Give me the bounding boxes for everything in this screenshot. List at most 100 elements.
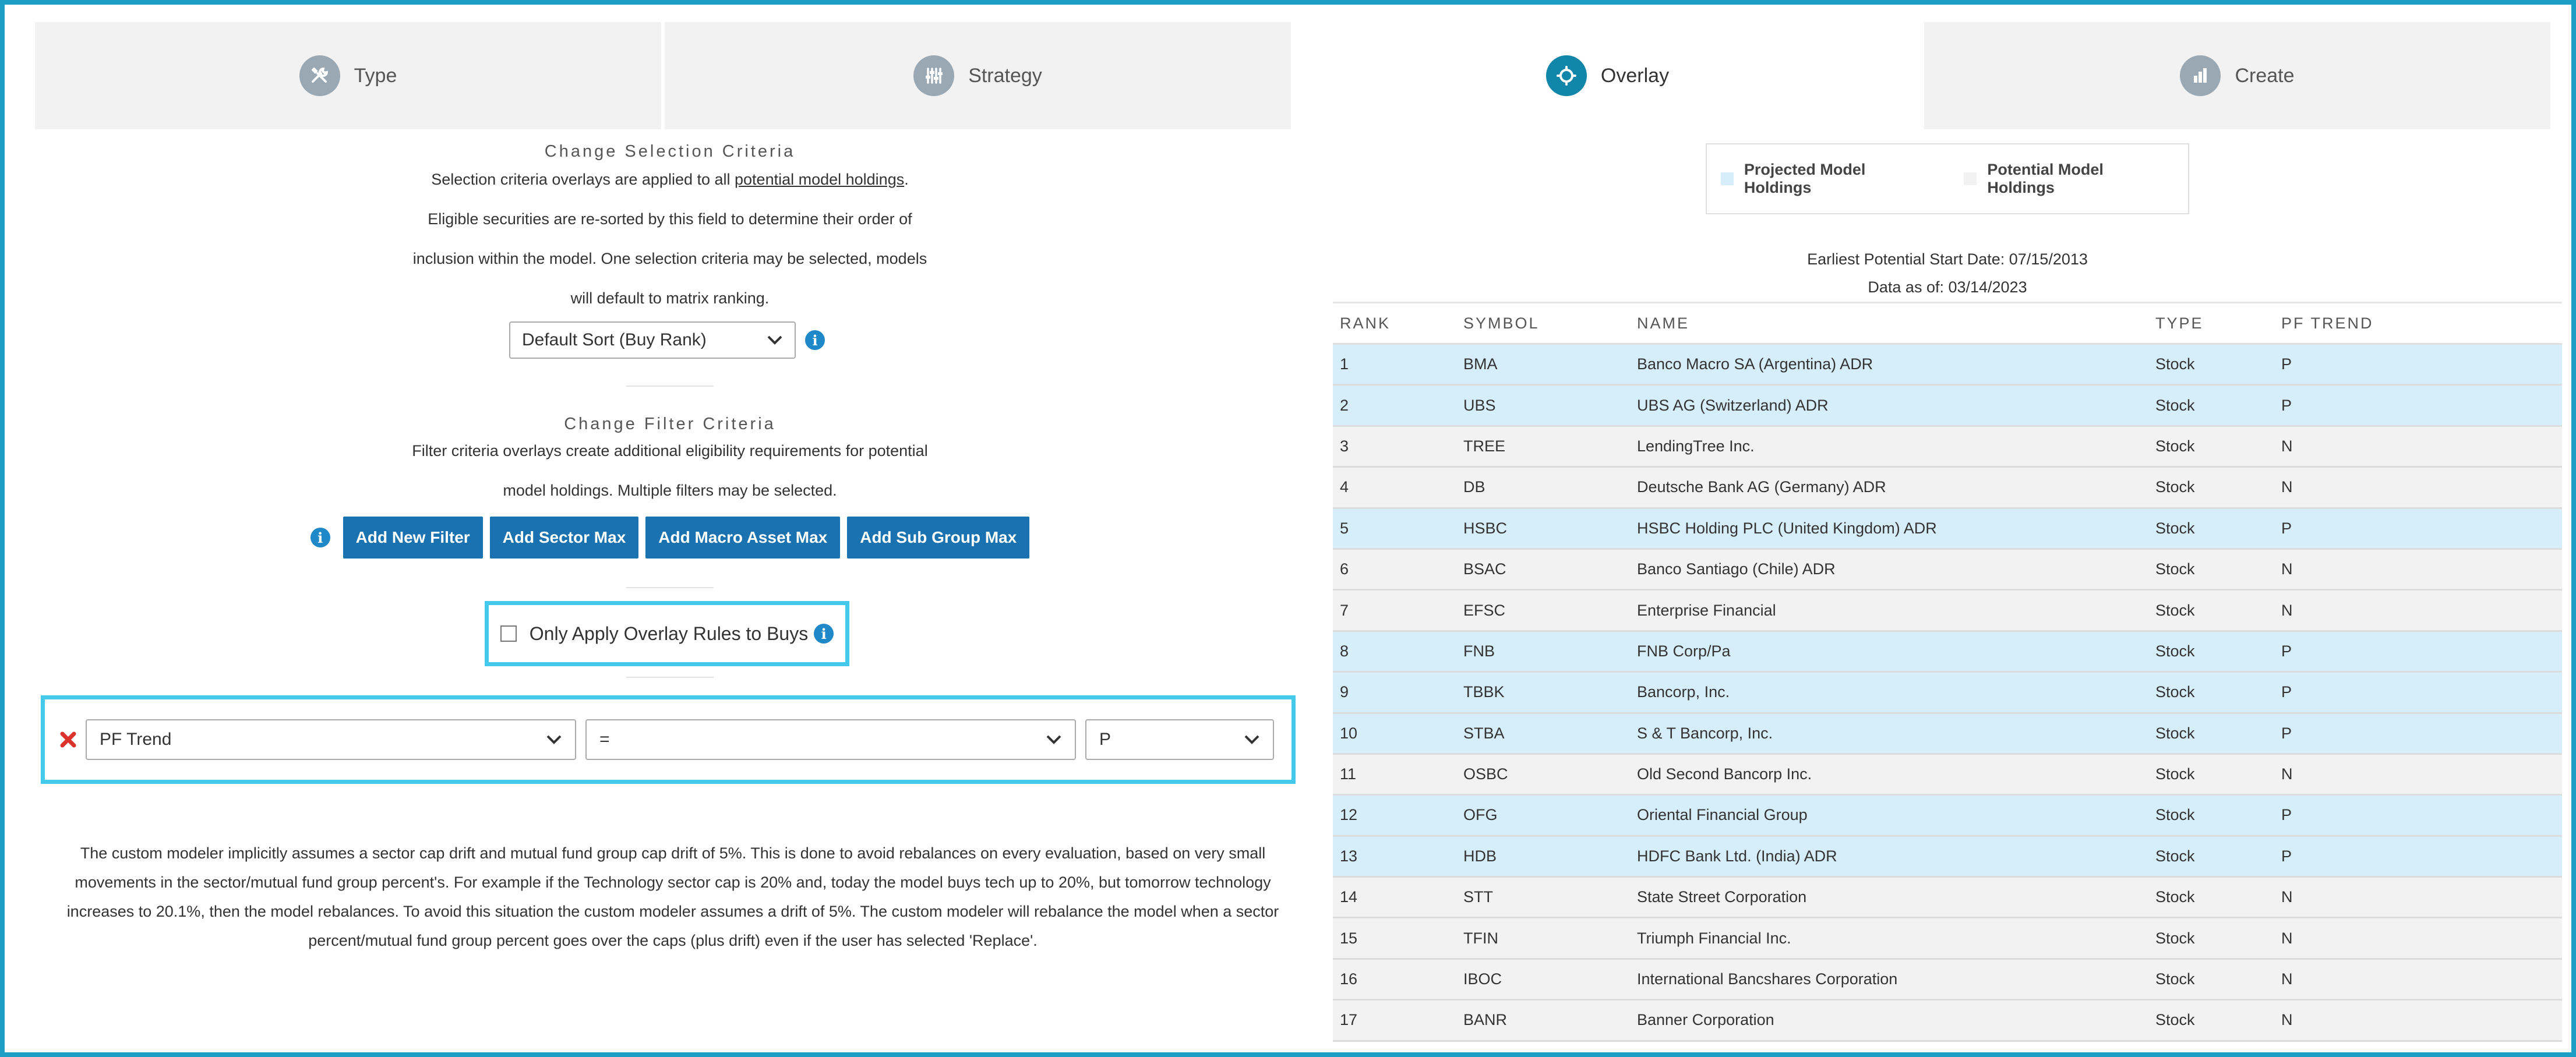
tab-type[interactable]: Type [35, 22, 665, 129]
cell-rank: 16 [1340, 970, 1358, 988]
cell-name: Oriental Financial Group [1637, 806, 1808, 824]
chevron-down-icon [546, 735, 562, 744]
cell-symbol: IBOC [1463, 970, 1502, 988]
cell-type: Stock [2155, 478, 2195, 496]
legend-projected: Projected Model Holdings [1721, 161, 1936, 197]
cell-rank: 15 [1340, 929, 1358, 947]
table-header: RANK SYMBOL NAME TYPE PF TREND [1333, 302, 2562, 345]
column-header-symbol[interactable]: SYMBOL [1463, 314, 1637, 333]
table-row[interactable]: 3 TREE LendingTree Inc. Stock N [1333, 426, 2562, 468]
tab-overlay[interactable]: Overlay [1294, 22, 1924, 129]
cell-type: Stock [2155, 642, 2195, 660]
table-row[interactable]: 4 DB Deutsche Bank AG (Germany) ADR Stock N [1333, 468, 2562, 509]
sort-info-icon[interactable]: i [805, 330, 825, 350]
potential-holdings-link[interactable]: potential model holdings [735, 171, 904, 188]
table-row[interactable]: 17 BANR Banner Corporation Stock N [1333, 1001, 2562, 1042]
start-date: Earliest Potential Start Date: 07/15/201… [1807, 250, 2088, 268]
cell-rank: 14 [1340, 888, 1358, 906]
legend-swatch-projected [1721, 172, 1734, 185]
cell-name: Banco Santiago (Chile) ADR [1637, 560, 1836, 578]
cell-rank: 9 [1340, 683, 1349, 701]
section-divider [626, 587, 714, 588]
filter-rule-row: PF Trend = P [41, 695, 1296, 784]
tab-overlay-label: Overlay [1600, 64, 1670, 87]
add-macro-asset-max-button[interactable]: Add Macro Asset Max [645, 517, 841, 558]
cell-symbol: TFIN [1463, 929, 1498, 947]
cell-pf-trend: N [2281, 765, 2293, 783]
cell-name: Enterprise Financial [1637, 601, 1776, 619]
chevron-down-icon [1244, 735, 1259, 744]
cell-symbol: DB [1463, 478, 1485, 496]
cell-pf-trend: P [2281, 396, 2292, 414]
tools-icon [299, 55, 340, 96]
cell-pf-trend: N [2281, 478, 2293, 496]
cell-type: Stock [2155, 724, 2195, 742]
add-sector-max-button[interactable]: Add Sector Max [489, 517, 639, 558]
cell-pf-trend: P [2281, 847, 2292, 865]
chevron-down-icon [1046, 735, 1061, 744]
cell-name: Banner Corporation [1637, 1011, 1774, 1029]
table-row[interactable]: 13 HDB HDFC Bank Ltd. (India) ADR Stock P [1333, 836, 2562, 878]
filter-criteria-line2: model holdings. Multiple filters may be … [503, 482, 837, 499]
remove-rule-icon[interactable] [58, 729, 79, 750]
column-header-type[interactable]: TYPE [2155, 314, 2281, 333]
overlay-buys-checkbox[interactable] [500, 625, 517, 642]
cell-symbol: FNB [1463, 642, 1495, 660]
filter-info-icon[interactable]: i [310, 528, 330, 547]
table-row[interactable]: 10 STBA S & T Bancorp, Inc. Stock P [1333, 713, 2562, 755]
rule-operator-select[interactable]: = [585, 719, 1076, 760]
table-row[interactable]: 6 BSAC Banco Santiago (Chile) ADR Stock N [1333, 549, 2562, 591]
cell-name: State Street Corporation [1637, 888, 1807, 906]
cell-type: Stock [2155, 806, 2195, 824]
cell-symbol: TREE [1463, 437, 1506, 455]
cell-symbol: EFSC [1463, 601, 1506, 619]
tab-strategy[interactable]: Strategy [665, 22, 1294, 129]
cell-symbol: STT [1463, 888, 1493, 906]
sort-select[interactable]: Default Sort (Buy Rank) [509, 321, 796, 359]
table-row[interactable]: 11 OSBC Old Second Bancorp Inc. Stock N [1333, 754, 2562, 796]
cell-rank: 10 [1340, 724, 1358, 742]
add-new-filter-button[interactable]: Add New Filter [343, 517, 483, 558]
cell-pf-trend: P [2281, 355, 2292, 373]
cell-type: Stock [2155, 847, 2195, 865]
overlay-buys-label: Only Apply Overlay Rules to Buys [529, 623, 809, 644]
table-row[interactable]: 5 HSBC HSBC Holding PLC (United Kingdom) A… [1333, 508, 2562, 550]
cell-rank: 4 [1340, 478, 1349, 496]
table-row[interactable]: 8 FNB FNB Corp/Pa Stock P [1333, 631, 2562, 673]
table-row[interactable]: 9 TBBK Bancorp, Inc. Stock P [1333, 673, 2562, 714]
column-header-rank[interactable]: RANK [1333, 314, 1463, 333]
overlay-buys-info-icon[interactable]: i [814, 624, 834, 644]
data-as-of: Data as of: 03/14/2023 [1868, 278, 2027, 296]
holdings-panel: Projected Model Holdings Potential Model… [1333, 129, 2562, 1042]
table-row[interactable]: 1 BMA Banco Macro SA (Argentina) ADR Stock P [1333, 345, 2562, 386]
cell-rank: 3 [1340, 437, 1349, 455]
cell-pf-trend: P [2281, 806, 2292, 824]
cell-type: Stock [2155, 765, 2195, 783]
cell-type: Stock [2155, 683, 2195, 701]
cell-pf-trend: N [2281, 601, 2293, 619]
table-row[interactable]: 15 TFIN Triumph Financial Inc. Stock N [1333, 918, 2562, 960]
cell-rank: 2 [1340, 396, 1349, 414]
rule-field-select[interactable]: PF Trend [86, 719, 576, 760]
column-header-pf-trend[interactable]: PF TREND [2281, 314, 2561, 333]
cell-symbol: BMA [1463, 355, 1498, 373]
cell-name: UBS AG (Switzerland) ADR [1637, 396, 1829, 414]
table-row[interactable]: 12 OFG Oriental Financial Group Stock P [1333, 796, 2562, 837]
filter-criteria-line1: Filter criteria overlays create addition… [412, 442, 928, 459]
selection-criteria-line2: Eligible securities are re-sorted by thi… [428, 210, 912, 228]
table-row[interactable]: 16 IBOC International Bancshares Corporati… [1333, 959, 2562, 1001]
cell-name: Old Second Bancorp Inc. [1637, 765, 1812, 783]
column-header-name[interactable]: NAME [1637, 314, 2155, 333]
cell-rank: 1 [1340, 355, 1349, 373]
table-row[interactable]: 2 UBS UBS AG (Switzerland) ADR Stock P [1333, 386, 2562, 427]
rule-value-select[interactable]: P [1085, 719, 1274, 760]
cell-symbol: UBS [1463, 396, 1496, 414]
table-row[interactable]: 14 STT State Street Corporation Stock N [1333, 878, 2562, 919]
cell-pf-trend: P [2281, 519, 2292, 537]
add-sub-group-max-button[interactable]: Add Sub Group Max [847, 517, 1030, 558]
tab-create[interactable]: Create [1924, 22, 2550, 129]
cell-symbol: STBA [1463, 724, 1505, 742]
cell-pf-trend: N [2281, 888, 2293, 906]
cell-rank: 17 [1340, 1011, 1358, 1029]
table-row[interactable]: 7 EFSC Enterprise Financial Stock N [1333, 591, 2562, 632]
